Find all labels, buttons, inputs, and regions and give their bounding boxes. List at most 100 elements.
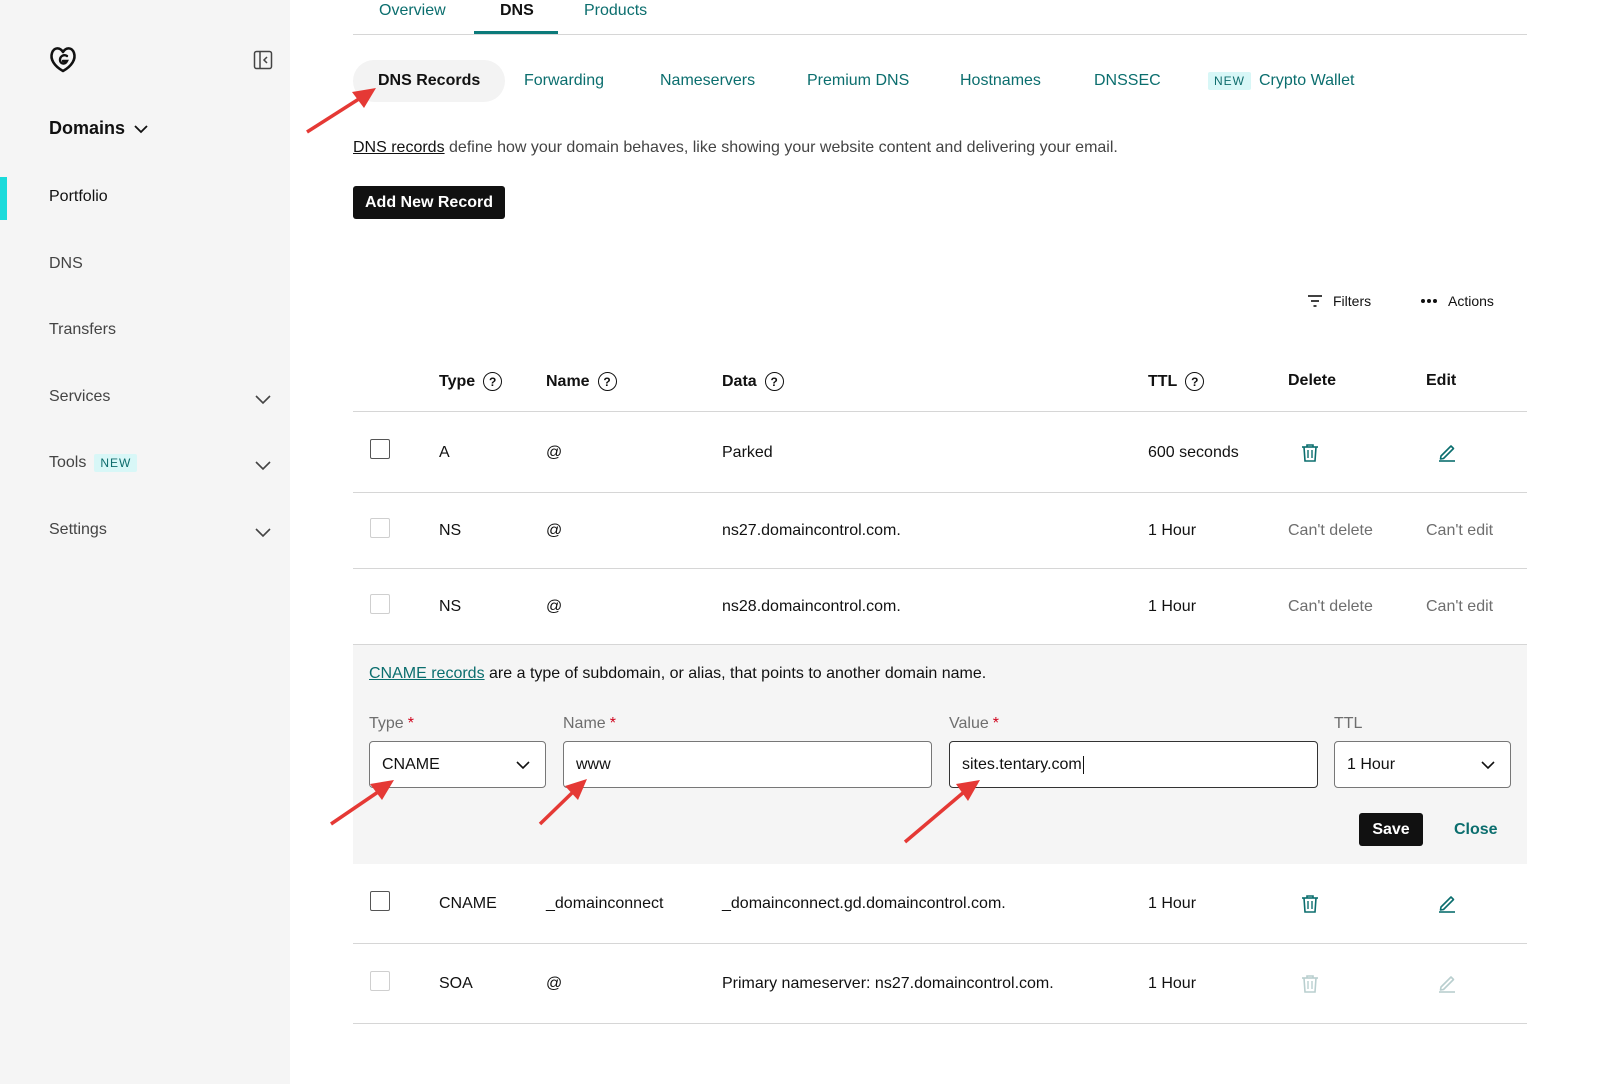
cname-records-link[interactable]: CNAME records	[369, 665, 485, 682]
chevron-down-icon	[134, 124, 148, 133]
help-icon[interactable]: ?	[597, 372, 617, 391]
record-data: Primary nameserver: ns27.domaincontrol.c…	[722, 975, 1054, 992]
intro-text: define how your domain behaves, like sho…	[444, 139, 1118, 156]
active-tab-underline	[474, 31, 558, 34]
tab-forwarding[interactable]: Forwarding	[524, 72, 604, 90]
tab-dnssec[interactable]: DNSSEC	[1094, 72, 1161, 90]
table-row: SOA @ Primary nameserver: ns27.domaincon…	[353, 944, 1527, 1024]
pencil-icon	[1439, 976, 1455, 993]
chevron-down-icon[interactable]	[254, 523, 272, 541]
column-type: Type?	[439, 372, 503, 391]
close-button[interactable]: Close	[1454, 821, 1498, 839]
tab-dns[interactable]: DNS	[500, 2, 534, 20]
domains-menu[interactable]: Domains	[49, 118, 149, 139]
name-input[interactable]: www	[563, 741, 932, 788]
domains-title: Domains	[49, 118, 126, 138]
collapse-sidebar-icon[interactable]	[253, 50, 273, 70]
row-checkbox[interactable]	[370, 439, 390, 459]
name-input-value: www	[576, 755, 611, 773]
save-button[interactable]: Save	[1359, 813, 1423, 846]
row-checkbox[interactable]	[370, 891, 390, 911]
actions-button[interactable]: Actions	[1420, 293, 1494, 309]
sidebar-item-tools[interactable]: Tools NEW	[49, 454, 138, 472]
type-select[interactable]: CNAME	[369, 741, 546, 788]
ttl-label-text: TTL	[1334, 715, 1363, 732]
required-marker: *	[609, 715, 616, 732]
sidebar-item-label: Tools	[49, 454, 87, 471]
table-row: NS @ ns27.domaincontrol.com. 1 Hour Can'…	[353, 493, 1527, 569]
cname-help-body: are a type of subdomain, or alias, that …	[484, 665, 987, 682]
cname-help-text: CNAME records are a type of subdomain, o…	[369, 665, 986, 683]
top-tabs: Overview DNS Products	[353, 0, 1527, 35]
pencil-icon[interactable]	[1437, 893, 1457, 913]
tab-premium-dns[interactable]: Premium DNS	[807, 72, 909, 90]
filters-button[interactable]: Filters	[1307, 293, 1371, 309]
column-label: Name	[546, 372, 590, 390]
value-label-text: Value	[949, 715, 989, 732]
help-icon[interactable]: ?	[1185, 372, 1205, 391]
required-marker: *	[407, 715, 414, 732]
sidebar-item-label: Services	[49, 388, 111, 405]
ttl-select[interactable]: 1 Hour	[1334, 741, 1511, 788]
row-checkbox	[370, 594, 390, 614]
filter-icon	[1308, 295, 1322, 307]
column-label: Type	[439, 372, 476, 390]
record-ttl: 1 Hour	[1148, 975, 1197, 992]
column-ttl: TTL?	[1148, 372, 1205, 391]
new-badge: NEW	[1208, 72, 1251, 90]
text-cursor	[1082, 755, 1084, 774]
cant-delete-text: Can't delete	[1288, 522, 1373, 539]
record-data: _domainconnect.gd.domaincontrol.com.	[722, 895, 1006, 912]
dns-records-link[interactable]: DNS records	[353, 139, 445, 156]
record-ttl: 1 Hour	[1148, 895, 1197, 912]
pencil-icon[interactable]	[1437, 442, 1457, 462]
column-data: Data?	[722, 372, 784, 391]
record-ttl: 600 seconds	[1148, 444, 1239, 461]
trash-icon[interactable]	[1300, 443, 1320, 463]
column-label: Edit	[1426, 372, 1457, 389]
type-select-value: CNAME	[382, 755, 440, 773]
help-icon[interactable]: ?	[483, 372, 503, 391]
column-label: TTL	[1148, 372, 1178, 390]
row-checkbox	[370, 518, 390, 538]
ttl-label: TTL	[1334, 715, 1362, 733]
sidebar-item-services[interactable]: Services	[49, 388, 110, 406]
cant-edit-text: Can't edit	[1426, 522, 1494, 539]
table-header: Type? Name? Data? TTL? Delete Edit	[353, 354, 1527, 412]
sidebar-item-dns[interactable]: DNS	[49, 255, 83, 273]
add-new-record-button[interactable]: Add New Record	[353, 186, 505, 219]
sidebar-item-label: Portfolio	[49, 188, 108, 205]
table-row: NS @ ns28.domaincontrol.com. 1 Hour Can'…	[353, 569, 1527, 645]
chevron-down-icon[interactable]	[254, 390, 272, 408]
record-type: SOA	[439, 975, 473, 992]
sidebar-item-transfers[interactable]: Transfers	[49, 321, 116, 339]
type-label-text: Type	[369, 715, 404, 732]
value-input[interactable]: sites.tentary.com	[949, 741, 1318, 788]
filters-label: Filters	[1333, 293, 1372, 309]
tab-dns-records[interactable]: DNS Records	[353, 60, 506, 102]
name-label: Name *	[563, 715, 616, 733]
tab-crypto-wallet[interactable]: NEW Crypto Wallet	[1208, 72, 1354, 90]
chevron-down-icon[interactable]	[254, 456, 272, 474]
record-data: Parked	[722, 444, 773, 461]
tab-products[interactable]: Products	[584, 2, 647, 20]
godaddy-logo-icon[interactable]	[48, 44, 78, 74]
sidebar-item-portfolio[interactable]: Portfolio	[49, 188, 108, 206]
sidebar-item-settings[interactable]: Settings	[49, 521, 107, 539]
tab-hostnames[interactable]: Hostnames	[960, 72, 1041, 90]
ttl-select-value: 1 Hour	[1347, 755, 1396, 773]
column-label: Delete	[1288, 372, 1337, 389]
sidebar-item-label: Transfers	[49, 321, 116, 338]
required-marker: *	[992, 715, 999, 732]
value-label: Value *	[949, 715, 999, 733]
cant-delete-text: Can't delete	[1288, 598, 1373, 615]
tab-nameservers[interactable]: Nameservers	[660, 72, 755, 90]
active-indicator	[0, 177, 7, 220]
sidebar-item-label: Settings	[49, 521, 107, 538]
trash-icon	[1302, 975, 1318, 993]
tab-overview[interactable]: Overview	[379, 2, 446, 20]
record-data: ns28.domaincontrol.com.	[722, 598, 901, 615]
trash-icon[interactable]	[1300, 894, 1320, 914]
value-input-value: sites.tentary.com	[962, 755, 1082, 773]
help-icon[interactable]: ?	[764, 372, 784, 391]
